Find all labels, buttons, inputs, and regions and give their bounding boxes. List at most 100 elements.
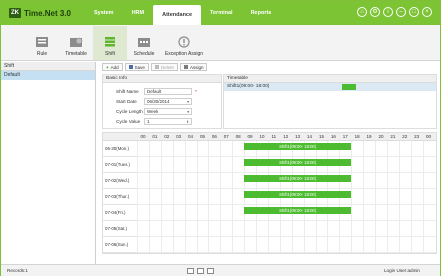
row-gridline <box>137 172 436 173</box>
shift-list-header: Shift <box>1 62 95 71</box>
assign-button[interactable]: Assign <box>179 63 208 71</box>
tool-shift[interactable]: Shift <box>93 26 127 60</box>
timetable-icon <box>70 37 83 47</box>
cycle-length-row: Cycle Length Week ▾ <box>116 107 192 115</box>
hour-label: 00 <box>140 134 146 139</box>
day-label: 07-03(Thur.) <box>103 189 137 205</box>
add-button[interactable]: + Add <box>102 63 123 71</box>
add-label: Add <box>110 64 119 70</box>
timetable-entry[interactable]: Shift1(09:00- 18:00) <box>224 83 436 91</box>
assign-label: Assign <box>189 64 204 70</box>
hour-label: 23 <box>414 134 420 139</box>
nav-reports[interactable]: Reports <box>242 1 281 25</box>
shift-bar[interactable]: Shift1(09:00- 18:00) <box>244 175 352 182</box>
hour-label: 10 <box>259 134 265 139</box>
chevron-down-icon[interactable]: ▾ <box>187 109 189 115</box>
tool-exception-assign[interactable]: Exception Assign <box>161 26 207 60</box>
row-gridline <box>137 188 436 189</box>
app-window: ZK Time.Net 3.0 System HRM Attendance Te… <box>0 0 441 276</box>
tool-schedule-label: Schedule <box>133 51 155 57</box>
start-date-row: Start Date 06/30/2014 ▾ <box>116 97 192 105</box>
info-icon[interactable]: i <box>383 7 393 17</box>
start-date-value: 06/30/2014 <box>147 98 170 104</box>
tool-exception-assign-label: Exception Assign <box>164 51 204 57</box>
tool-timetable-label: Timetable <box>65 51 87 57</box>
exception-assign-icon <box>178 36 190 48</box>
app-title: Time.Net 3.0 <box>24 8 71 18</box>
hour-label: 08 <box>235 134 241 139</box>
row-gridline <box>137 204 436 205</box>
delete-button[interactable]: Delete <box>150 63 178 71</box>
login-user: Login User:admin <box>383 268 420 273</box>
nav-terminal[interactable]: Terminal <box>201 1 242 25</box>
row-gridline <box>137 236 436 237</box>
cycle-length-select[interactable]: Week ▾ <box>144 107 192 115</box>
day-label: 07-01(Tues.) <box>103 157 137 173</box>
shift-bar[interactable]: Shift1(09:00- 18:00) <box>244 143 352 150</box>
logo-mark: ZK <box>9 8 21 18</box>
hour-label: 09 <box>247 134 253 139</box>
hour-label: 18 <box>354 134 360 139</box>
hour-label: 00 <box>426 134 432 139</box>
hour-label: 07 <box>223 134 229 139</box>
shift-list-item[interactable]: Default <box>1 71 95 80</box>
add-icon: + <box>106 64 109 70</box>
schedule-icon <box>138 38 150 47</box>
settings-icon[interactable]: ⚙ <box>370 7 380 17</box>
cycle-value-label: Cycle Value <box>116 118 141 124</box>
tool-timetable[interactable]: Timetable <box>59 26 93 60</box>
cycle-value-stepper[interactable]: 1 ⇕ <box>144 117 192 125</box>
tool-schedule[interactable]: Schedule <box>127 26 161 60</box>
cycle-length-label: Cycle Length <box>116 108 143 114</box>
delete-icon <box>154 65 159 69</box>
hour-label: 13 <box>295 134 301 139</box>
shift-name-label: Shift Name <box>116 88 139 94</box>
timetable-title: Timetable <box>224 75 436 83</box>
timetable-color-swatch <box>342 84 356 90</box>
nav-attendance[interactable]: Attendance <box>153 5 202 25</box>
row-gridline <box>137 252 436 253</box>
hour-label: 05 <box>199 134 205 139</box>
shift-bar[interactable]: Shift1(09:00- 18:00) <box>244 159 352 166</box>
shift-list-panel: Shift Default <box>1 62 96 264</box>
start-date-label: Start Date <box>116 98 137 104</box>
minimize-icon[interactable]: – <box>396 7 406 17</box>
nav-system[interactable]: System <box>85 1 123 25</box>
timetable-entry-label: Shift1(09:00- 18:00) <box>227 84 270 89</box>
hour-label: 03 <box>176 134 182 139</box>
calendar-dropdown-icon[interactable]: ▾ <box>187 99 189 105</box>
hour-label: 16 <box>330 134 336 139</box>
home-icon[interactable]: ⌂ <box>357 7 367 17</box>
hour-label: 19 <box>366 134 372 139</box>
save-button[interactable]: Save <box>124 63 149 71</box>
day-label: 07-04(Fri.) <box>103 205 137 221</box>
close-icon[interactable]: × <box>422 7 432 17</box>
grid-icon[interactable] <box>207 268 214 274</box>
screen-icon[interactable] <box>197 268 204 274</box>
tool-rule[interactable]: Rule <box>25 26 59 60</box>
save-label: Save <box>134 64 145 70</box>
shift-bar[interactable]: Shift1(09:00- 18:00) <box>244 207 352 214</box>
restore-icon[interactable]: □ <box>409 7 419 17</box>
hour-label: 17 <box>342 134 348 139</box>
day-label: 07-06(Sun.) <box>103 237 137 253</box>
main-nav: System HRM Attendance Terminal Reports <box>85 1 280 25</box>
start-date-field[interactable]: 06/30/2014 ▾ <box>144 97 192 105</box>
day-label: 07-05(Sat.) <box>103 221 137 237</box>
shift-name-field[interactable]: Default <box>144 87 192 95</box>
nav-hrm[interactable]: HRM <box>123 1 154 25</box>
status-icons <box>187 268 214 274</box>
assign-icon <box>183 65 188 69</box>
stepper-arrows-icon[interactable]: ⇕ <box>186 119 189 125</box>
cycle-value-value: 1 <box>147 118 150 124</box>
shift-icon <box>105 37 115 47</box>
hour-label: 14 <box>307 134 313 139</box>
keyboard-icon[interactable] <box>187 268 194 274</box>
shift-schedule-grid: 00 01 02 03 04 05 06 07 08 09 10 11 12 13 14 15 16 17 18 19… <box>102 132 437 254</box>
hour-label: 15 <box>318 134 324 139</box>
shift-bar[interactable]: Shift1(09:00- 18:00) <box>244 191 352 198</box>
row-gridline <box>137 220 436 221</box>
hour-label: 22 <box>402 134 408 139</box>
day-label: 07-02(Wed.) <box>103 173 137 189</box>
shift-name-row: Shift Name Default * <box>116 87 197 95</box>
